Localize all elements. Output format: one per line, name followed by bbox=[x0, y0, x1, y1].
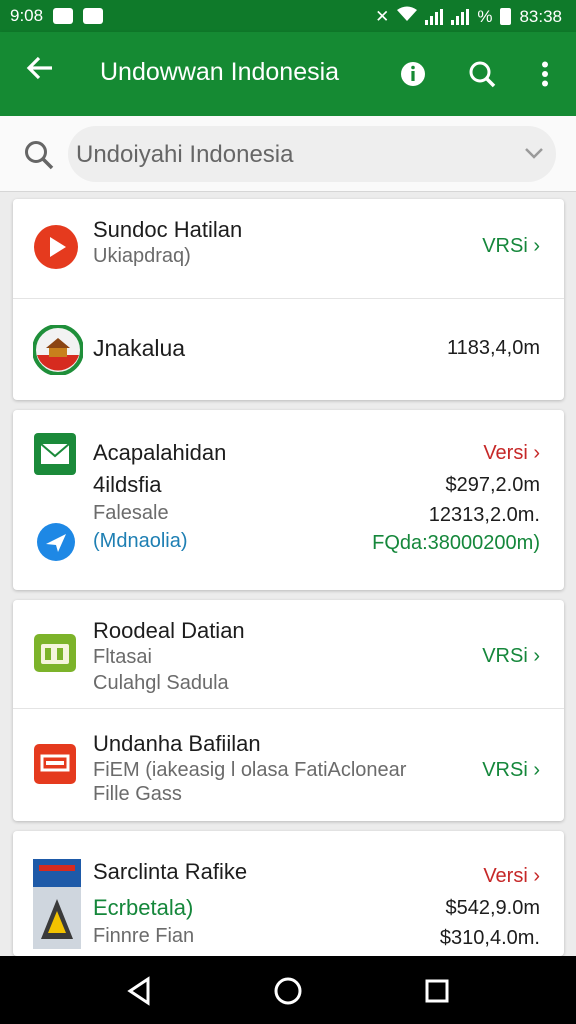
item-title: Roodeal Datian bbox=[93, 618, 245, 643]
search-bar: Undoiyahi Indonesia bbox=[0, 116, 576, 192]
item-title: Sarclinta Rafike bbox=[93, 859, 248, 884]
item-value: 12313,2.0m. bbox=[428, 504, 540, 526]
battery-percent: % bbox=[477, 6, 493, 26]
version-link[interactable]: Versi › bbox=[483, 442, 540, 465]
wifi-icon bbox=[397, 6, 418, 27]
send-icon bbox=[36, 522, 76, 562]
more-vert-icon[interactable] bbox=[525, 54, 565, 94]
item-title: Undanha Bafiilan bbox=[93, 731, 261, 756]
file-icon bbox=[33, 742, 79, 788]
list-item[interactable]: Jnakalua 1183,4,0m bbox=[13, 299, 564, 400]
system-nav-bar bbox=[0, 956, 576, 1024]
list-item[interactable]: Acapalahidan 4ildsfia Falesale (Mdnaolia… bbox=[13, 410, 564, 590]
list-item[interactable]: Sarclinta Rafike Ecrbetala) Finnre Fian … bbox=[13, 831, 564, 956]
status-time: 9:08 bbox=[10, 6, 44, 25]
item-subtitle: Ecrbetala) bbox=[93, 895, 194, 920]
search-input[interactable]: Undoiyahi Indonesia bbox=[68, 126, 556, 182]
app-card: Acapalahidan 4ildsfia Falesale (Mdnaolia… bbox=[13, 410, 564, 590]
search-gear-icon[interactable] bbox=[462, 54, 502, 94]
item-value: 1183,4,0m bbox=[446, 337, 540, 359]
item-subtitle: Falesale bbox=[93, 502, 169, 524]
item-link[interactable]: (Mdnaolia) bbox=[93, 530, 187, 553]
chevron-down-icon[interactable] bbox=[524, 140, 544, 166]
item-subtitle: Fltasai bbox=[93, 646, 152, 668]
item-subtitle: Ukiapdraq) bbox=[93, 245, 191, 267]
item-subtitle: FiEM (iakeasig l olasa FatiAclonear bbox=[93, 759, 407, 781]
photo-notification-icon bbox=[53, 8, 74, 24]
app-card: Sarclinta Rafike Ecrbetala) Finnre Fian … bbox=[13, 831, 564, 956]
item-subtitle: Fille Gass bbox=[93, 783, 182, 805]
search-input-value: Undoiyahi Indonesia bbox=[76, 141, 294, 168]
mute-icon: ✕ bbox=[375, 6, 390, 26]
item-subtitle: Culahgl Sadula bbox=[93, 672, 229, 694]
app-card: Roodeal Datian Fltasai Culahgl Sadula VR… bbox=[13, 600, 564, 821]
list-item[interactable]: Sundoc Hatilan Ukiapdraq) VRSi › bbox=[13, 199, 564, 299]
item-value: FQda:38000200m) bbox=[372, 532, 540, 554]
item-value: $542,9.0m bbox=[445, 897, 540, 919]
play-icon bbox=[33, 224, 79, 270]
gallery-notification-icon bbox=[83, 8, 104, 24]
app-card: Sundoc Hatilan Ukiapdraq) VRSi › Jnakalu… bbox=[13, 199, 564, 400]
page-title: Undowwan Indonesia bbox=[100, 58, 340, 86]
mail-icon bbox=[33, 432, 79, 478]
arrow-back-icon[interactable] bbox=[20, 52, 60, 92]
item-title: Sundoc Hatilan bbox=[93, 217, 243, 242]
version-link[interactable]: VRSi › bbox=[482, 235, 540, 258]
nav-home-icon[interactable] bbox=[271, 974, 305, 1008]
nav-recents-icon[interactable] bbox=[420, 974, 454, 1008]
status-bar: 9:08 ✕ % 83:38 bbox=[0, 0, 576, 32]
nav-back-icon[interactable] bbox=[122, 974, 156, 1008]
version-link[interactable]: VRSi › bbox=[482, 759, 540, 782]
signal-icon-2 bbox=[451, 8, 470, 25]
search-icon[interactable] bbox=[22, 138, 56, 172]
signal-icon bbox=[425, 8, 444, 25]
book-cover-icon bbox=[33, 859, 81, 949]
info-icon[interactable] bbox=[393, 54, 433, 94]
status-clock: 83:38 bbox=[519, 6, 562, 26]
item-value: $310,4.0m. bbox=[439, 927, 540, 949]
app-bar: Undowwan Indonesia bbox=[0, 32, 576, 116]
battery-icon bbox=[500, 8, 512, 25]
list-item[interactable]: Roodeal Datian Fltasai Culahgl Sadula VR… bbox=[13, 600, 564, 709]
version-link[interactable]: Versi › bbox=[483, 865, 540, 888]
item-title: Acapalahidan bbox=[93, 440, 227, 465]
item-value: $297,2.0m bbox=[445, 474, 540, 496]
list-item[interactable]: Undanha Bafiilan FiEM (iakeasig l olasa … bbox=[13, 709, 564, 821]
item-line: 4ildsfia bbox=[93, 472, 162, 497]
version-link[interactable]: VRSi › bbox=[482, 645, 540, 668]
item-title: Jnakalua bbox=[93, 335, 186, 361]
home-badge-icon bbox=[32, 324, 84, 376]
calendar-icon bbox=[33, 630, 79, 676]
item-subtitle: Finnre Fian bbox=[93, 925, 195, 947]
